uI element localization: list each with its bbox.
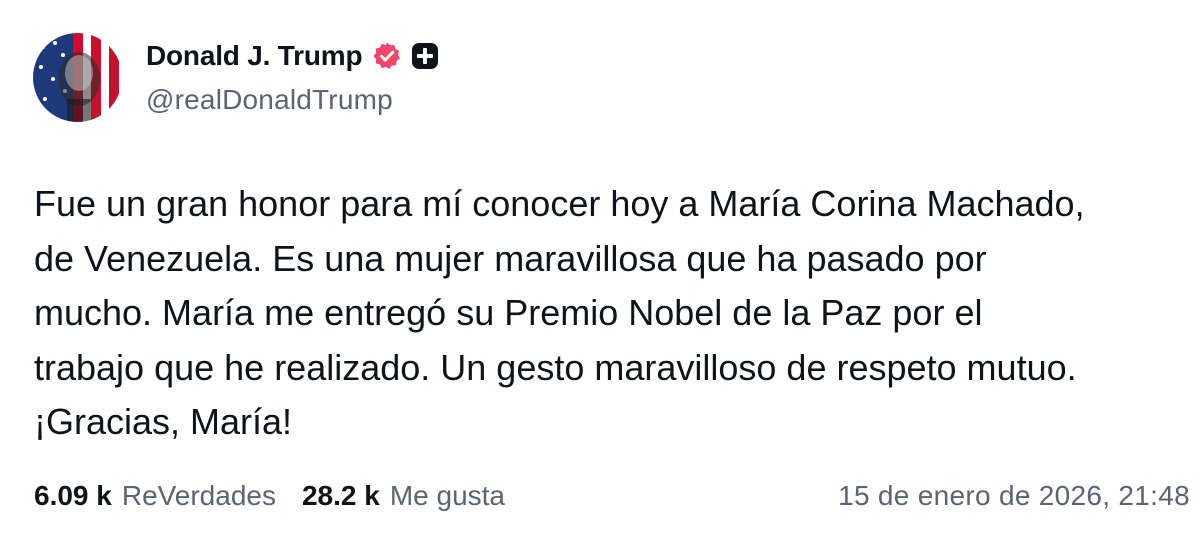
verified-badge-icon: [372, 41, 402, 71]
flag-portrait-avatar: [33, 33, 122, 122]
author-handle[interactable]: @realDonaldTrump: [146, 84, 439, 116]
post-text-line: de Venezuela. Es una mujer maravillosa q…: [34, 237, 987, 279]
post-text: Fue un gran honor para mí conocer hoy a …: [34, 177, 1184, 450]
reposts-stat[interactable]: 6.09 k ReVerdades: [34, 480, 276, 512]
post-footer: 6.09 k ReVerdades 28.2 k Me gusta 15 de en…: [34, 480, 1190, 512]
display-name[interactable]: Donald J. Trump: [146, 40, 363, 72]
post-timestamp[interactable]: 15 de enero de 2026, 21:48: [838, 480, 1190, 512]
reposts-label: ReVerdades: [121, 480, 276, 511]
post-text-line: mucho. María me entregó su Premio Nobel …: [34, 292, 983, 333]
post-text-line: trabajo que he realizado. Un gesto marav…: [34, 346, 1077, 388]
avatar[interactable]: [33, 33, 122, 122]
likes-stat[interactable]: 28.2 k Me gusta: [302, 480, 505, 512]
likes-count: 28.2 k: [301, 480, 380, 511]
likes-label: Me gusta: [389, 480, 505, 511]
post-text-line: Fue un gran honor para mí conocer hoy a …: [34, 183, 1085, 224]
author-block: Donald J. Trump @realDonaldTrump: [146, 38, 439, 116]
plus-badge-icon: [411, 42, 439, 70]
post-text-line: ¡Gracias, María!: [34, 401, 293, 442]
post-card: Donald J. Trump @realDonaldTrump Fue un …: [0, 0, 1200, 543]
reposts-count: 6.09 k: [34, 480, 112, 511]
name-row: Donald J. Trump: [146, 38, 439, 74]
